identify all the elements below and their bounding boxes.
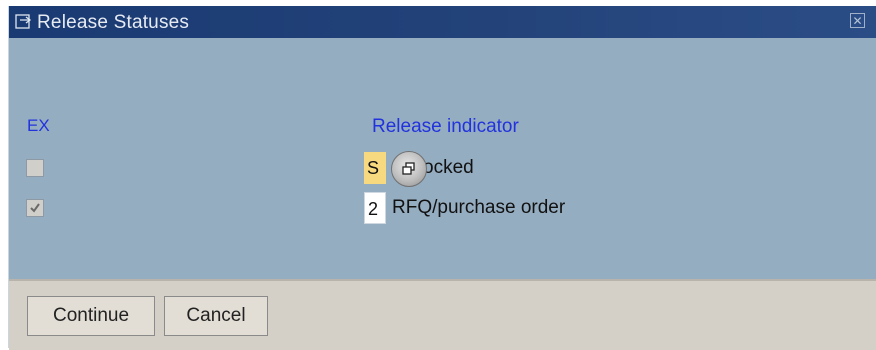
- window-icon: [15, 13, 33, 31]
- title-bar: Release Statuses ✕: [9, 6, 876, 38]
- button-bar: Continue Cancel: [9, 279, 876, 350]
- continue-button[interactable]: Continue: [27, 296, 155, 336]
- column-header-release-indicator: Release indicator: [372, 116, 519, 137]
- release-code-field-row-1[interactable]: S: [364, 152, 386, 184]
- close-icon[interactable]: ✕: [850, 13, 865, 28]
- release-description-row-2: RFQ/purchase order: [392, 197, 566, 218]
- cancel-button[interactable]: Cancel: [164, 296, 268, 336]
- checkmark-icon: [30, 203, 40, 213]
- column-header-ex: EX: [27, 116, 50, 135]
- possible-entries-icon[interactable]: [391, 151, 427, 187]
- release-code-field-row-2[interactable]: 2: [364, 192, 386, 224]
- window-title: Release Statuses: [37, 12, 190, 33]
- ex-checkbox-row-2[interactable]: [26, 199, 44, 217]
- ex-checkbox-row-1[interactable]: [26, 159, 44, 177]
- dialog-window: Release Statuses ✕ EX Release indicator …: [8, 6, 876, 350]
- release-description-row-1: ocked: [423, 157, 474, 178]
